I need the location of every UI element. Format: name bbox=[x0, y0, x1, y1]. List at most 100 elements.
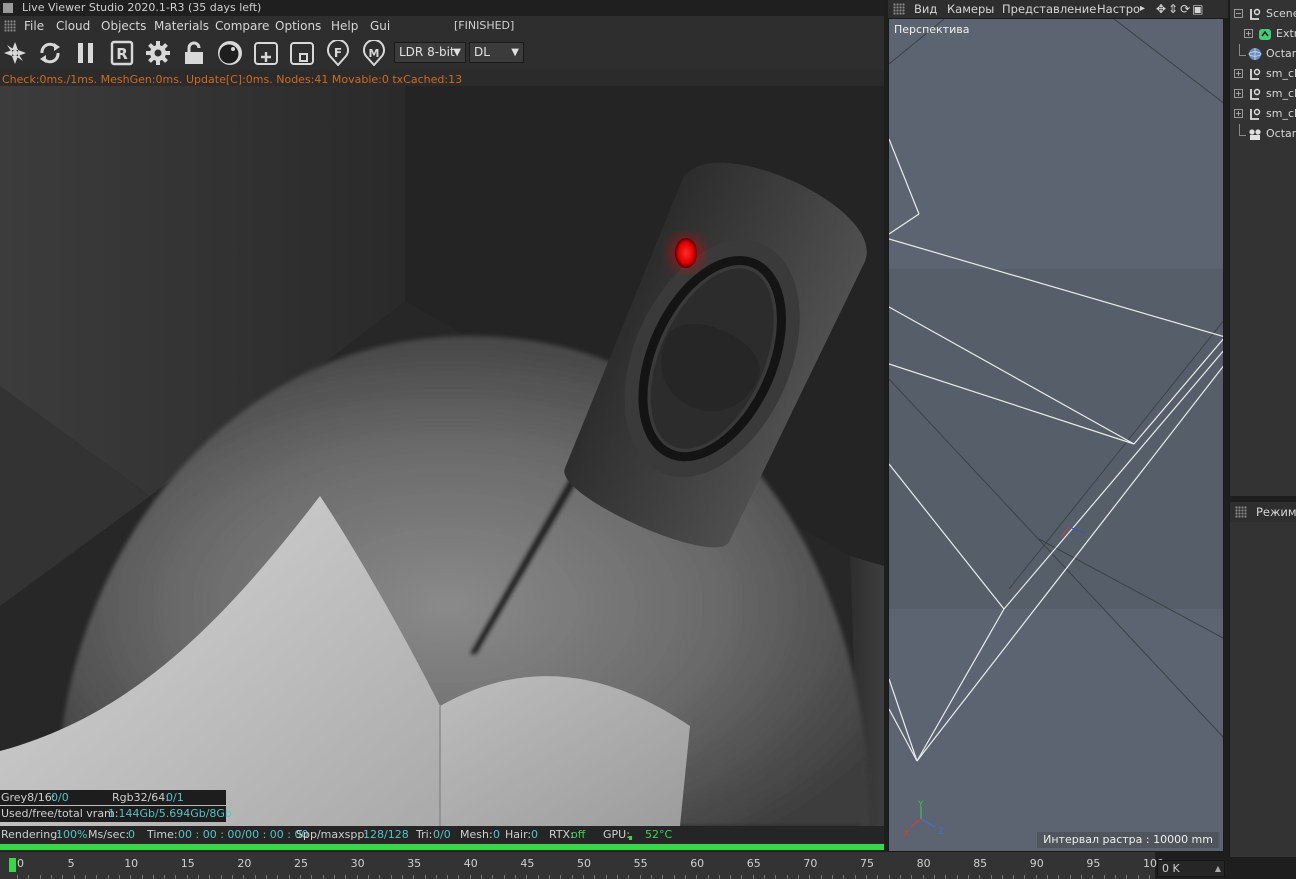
menu-gui[interactable]: Gui bbox=[370, 16, 390, 36]
attribute-manager-header: Режим bbox=[1229, 502, 1296, 522]
axis-z-label: Z bbox=[938, 827, 945, 837]
timeline-minor-tick bbox=[752, 875, 754, 879]
menu-file[interactable]: File bbox=[24, 16, 44, 36]
current-frame-field[interactable]: 0 K ▲▼ bbox=[1157, 860, 1225, 877]
timeline-minor-tick bbox=[775, 875, 777, 879]
material-pick-icon[interactable]: M bbox=[360, 39, 388, 67]
lock-icon[interactable] bbox=[180, 39, 208, 67]
timeline-minor-tick bbox=[266, 875, 268, 879]
timeline-minor-tick bbox=[1149, 875, 1150, 879]
collapse-icon[interactable]: − bbox=[1234, 9, 1243, 18]
timeline-minor-tick bbox=[684, 875, 686, 879]
menu-help[interactable]: Help bbox=[331, 16, 358, 36]
spinner-arrows-icon[interactable]: ▲▼ bbox=[1215, 861, 1221, 879]
settings-gear-icon[interactable] bbox=[144, 39, 172, 67]
menu-options[interactable]: Options bbox=[275, 16, 321, 36]
grip-handle-icon[interactable] bbox=[4, 20, 16, 32]
live-viewer-window: Live Viewer Studio 2020.1-R3 (35 days le… bbox=[0, 0, 884, 879]
tree-line bbox=[1239, 55, 1246, 56]
render-view[interactable] bbox=[0, 86, 884, 826]
menu-display[interactable]: Представление bbox=[1002, 0, 1096, 18]
rendering-label: Rendering: bbox=[1, 828, 61, 841]
timeline-minor-tick bbox=[390, 875, 392, 879]
region-render-icon[interactable]: R bbox=[108, 39, 136, 67]
object-name: Extr bbox=[1276, 27, 1296, 40]
menu-materials[interactable]: Materials bbox=[154, 16, 209, 36]
object-row[interactable]: − Scene bbox=[1230, 4, 1296, 24]
expand-icon[interactable]: + bbox=[1244, 29, 1253, 38]
restart-icon[interactable] bbox=[36, 39, 64, 67]
timeline-minor-tick bbox=[933, 875, 935, 879]
object-row[interactable]: + sm_ch bbox=[1230, 84, 1296, 104]
timeline-minor-tick bbox=[481, 875, 483, 879]
timeline-minor-tick bbox=[990, 875, 992, 879]
vram-label: Used/free/total vram: bbox=[1, 807, 119, 820]
expand-icon[interactable]: + bbox=[1234, 69, 1243, 78]
timeline-minor-tick bbox=[84, 875, 86, 879]
attr-mode-tab[interactable]: Режим bbox=[1256, 502, 1296, 522]
timeline-minor-tick bbox=[571, 875, 573, 879]
timeline-minor-tick bbox=[1001, 875, 1003, 879]
object-name: Octan bbox=[1266, 127, 1296, 140]
timeline-tick-label: 35 bbox=[407, 857, 422, 870]
timeline-minor-tick bbox=[447, 875, 449, 879]
clay-mode-icon[interactable] bbox=[288, 39, 316, 67]
timeline-minor-tick bbox=[899, 875, 901, 879]
kernel-select[interactable]: DL ▼ bbox=[469, 42, 524, 63]
send-scene-icon[interactable] bbox=[1, 39, 29, 67]
color-depth-select[interactable]: LDR 8-bit ▼ bbox=[394, 42, 466, 63]
grip-handle-icon[interactable] bbox=[1235, 506, 1247, 518]
menu-view[interactable]: Вид bbox=[914, 0, 937, 18]
timeline-minor-tick bbox=[628, 875, 630, 879]
timeline-minor-tick bbox=[322, 875, 324, 879]
timeline-minor-tick bbox=[1058, 875, 1060, 879]
attribute-manager bbox=[1229, 522, 1296, 857]
texture-stats: Grey8/16: 0/0 Rgb32/64: 0/1 bbox=[0, 790, 226, 805]
focus-icon[interactable]: F bbox=[324, 39, 352, 67]
object-row[interactable]: Octan bbox=[1230, 124, 1296, 144]
axis-x-label: X bbox=[903, 829, 910, 839]
rendering-value: 100% bbox=[56, 828, 88, 841]
expand-icon[interactable]: + bbox=[1234, 109, 1243, 118]
add-region-icon[interactable] bbox=[252, 39, 280, 67]
chevron-down-icon: ▼ bbox=[453, 47, 461, 58]
viewport-nav-icons[interactable]: ✥⇕⟳▣ bbox=[1156, 0, 1206, 18]
timeline-minor-tick bbox=[118, 875, 120, 879]
timeline-playhead[interactable] bbox=[9, 858, 16, 872]
menu-cameras[interactable]: Камеры bbox=[947, 0, 994, 18]
timeline-minor-tick bbox=[96, 875, 98, 879]
time-value: 00 : 00 : 00/00 : 00 : 00 bbox=[178, 828, 309, 841]
timeline-minor-tick bbox=[345, 875, 347, 879]
hair-label: Hair: bbox=[505, 828, 532, 841]
menu-objects[interactable]: Objects bbox=[101, 16, 146, 36]
timeline-minor-tick bbox=[198, 875, 200, 879]
timeline-minor-tick bbox=[1024, 875, 1026, 879]
timeline-tick-label: 95 bbox=[1086, 857, 1101, 870]
ms-label: Ms/sec: bbox=[88, 828, 130, 841]
extrude-icon bbox=[1258, 27, 1272, 41]
object-row[interactable]: + sm_ch bbox=[1230, 64, 1296, 84]
material-ball-icon[interactable] bbox=[216, 39, 244, 67]
menu-options-ru[interactable]: Настро bbox=[1097, 0, 1140, 18]
timeline-minor-tick bbox=[888, 875, 890, 879]
menu-more-arrow-icon[interactable]: ▸ bbox=[1140, 0, 1145, 18]
timeline-minor-tick bbox=[73, 875, 75, 879]
object-row[interactable]: Octan bbox=[1230, 44, 1296, 64]
object-row[interactable]: + Extr bbox=[1230, 24, 1296, 44]
menu-compare[interactable]: Compare bbox=[215, 16, 269, 36]
spp-value: 128/128 bbox=[363, 828, 409, 841]
timeline[interactable]: 0 5 10 15 20 25 30 35 40 45 50 55 60 65 70 75 80 85 90 95 10… bbox=[0, 851, 1164, 879]
timeline-minor-tick bbox=[175, 875, 177, 879]
expand-icon[interactable]: + bbox=[1234, 89, 1243, 98]
pause-icon[interactable] bbox=[72, 39, 100, 67]
timeline-minor-tick bbox=[594, 875, 596, 879]
object-row[interactable]: + sm_ch bbox=[1230, 104, 1296, 124]
render-status-bar: Rendering: 100% Ms/sec: 0 Time: 00 : 00 … bbox=[0, 826, 884, 843]
timeline-minor-tick bbox=[764, 875, 766, 879]
menu-cloud[interactable]: Cloud bbox=[56, 16, 90, 36]
perspective-viewport[interactable]: Y X Z Перспектива Интервал растра : 1000… bbox=[888, 18, 1224, 852]
object-name: sm_ch bbox=[1266, 67, 1296, 80]
timeline-minor-tick bbox=[718, 875, 720, 879]
rgb-value: 0/1 bbox=[166, 791, 184, 804]
grip-handle-icon[interactable] bbox=[893, 3, 905, 15]
